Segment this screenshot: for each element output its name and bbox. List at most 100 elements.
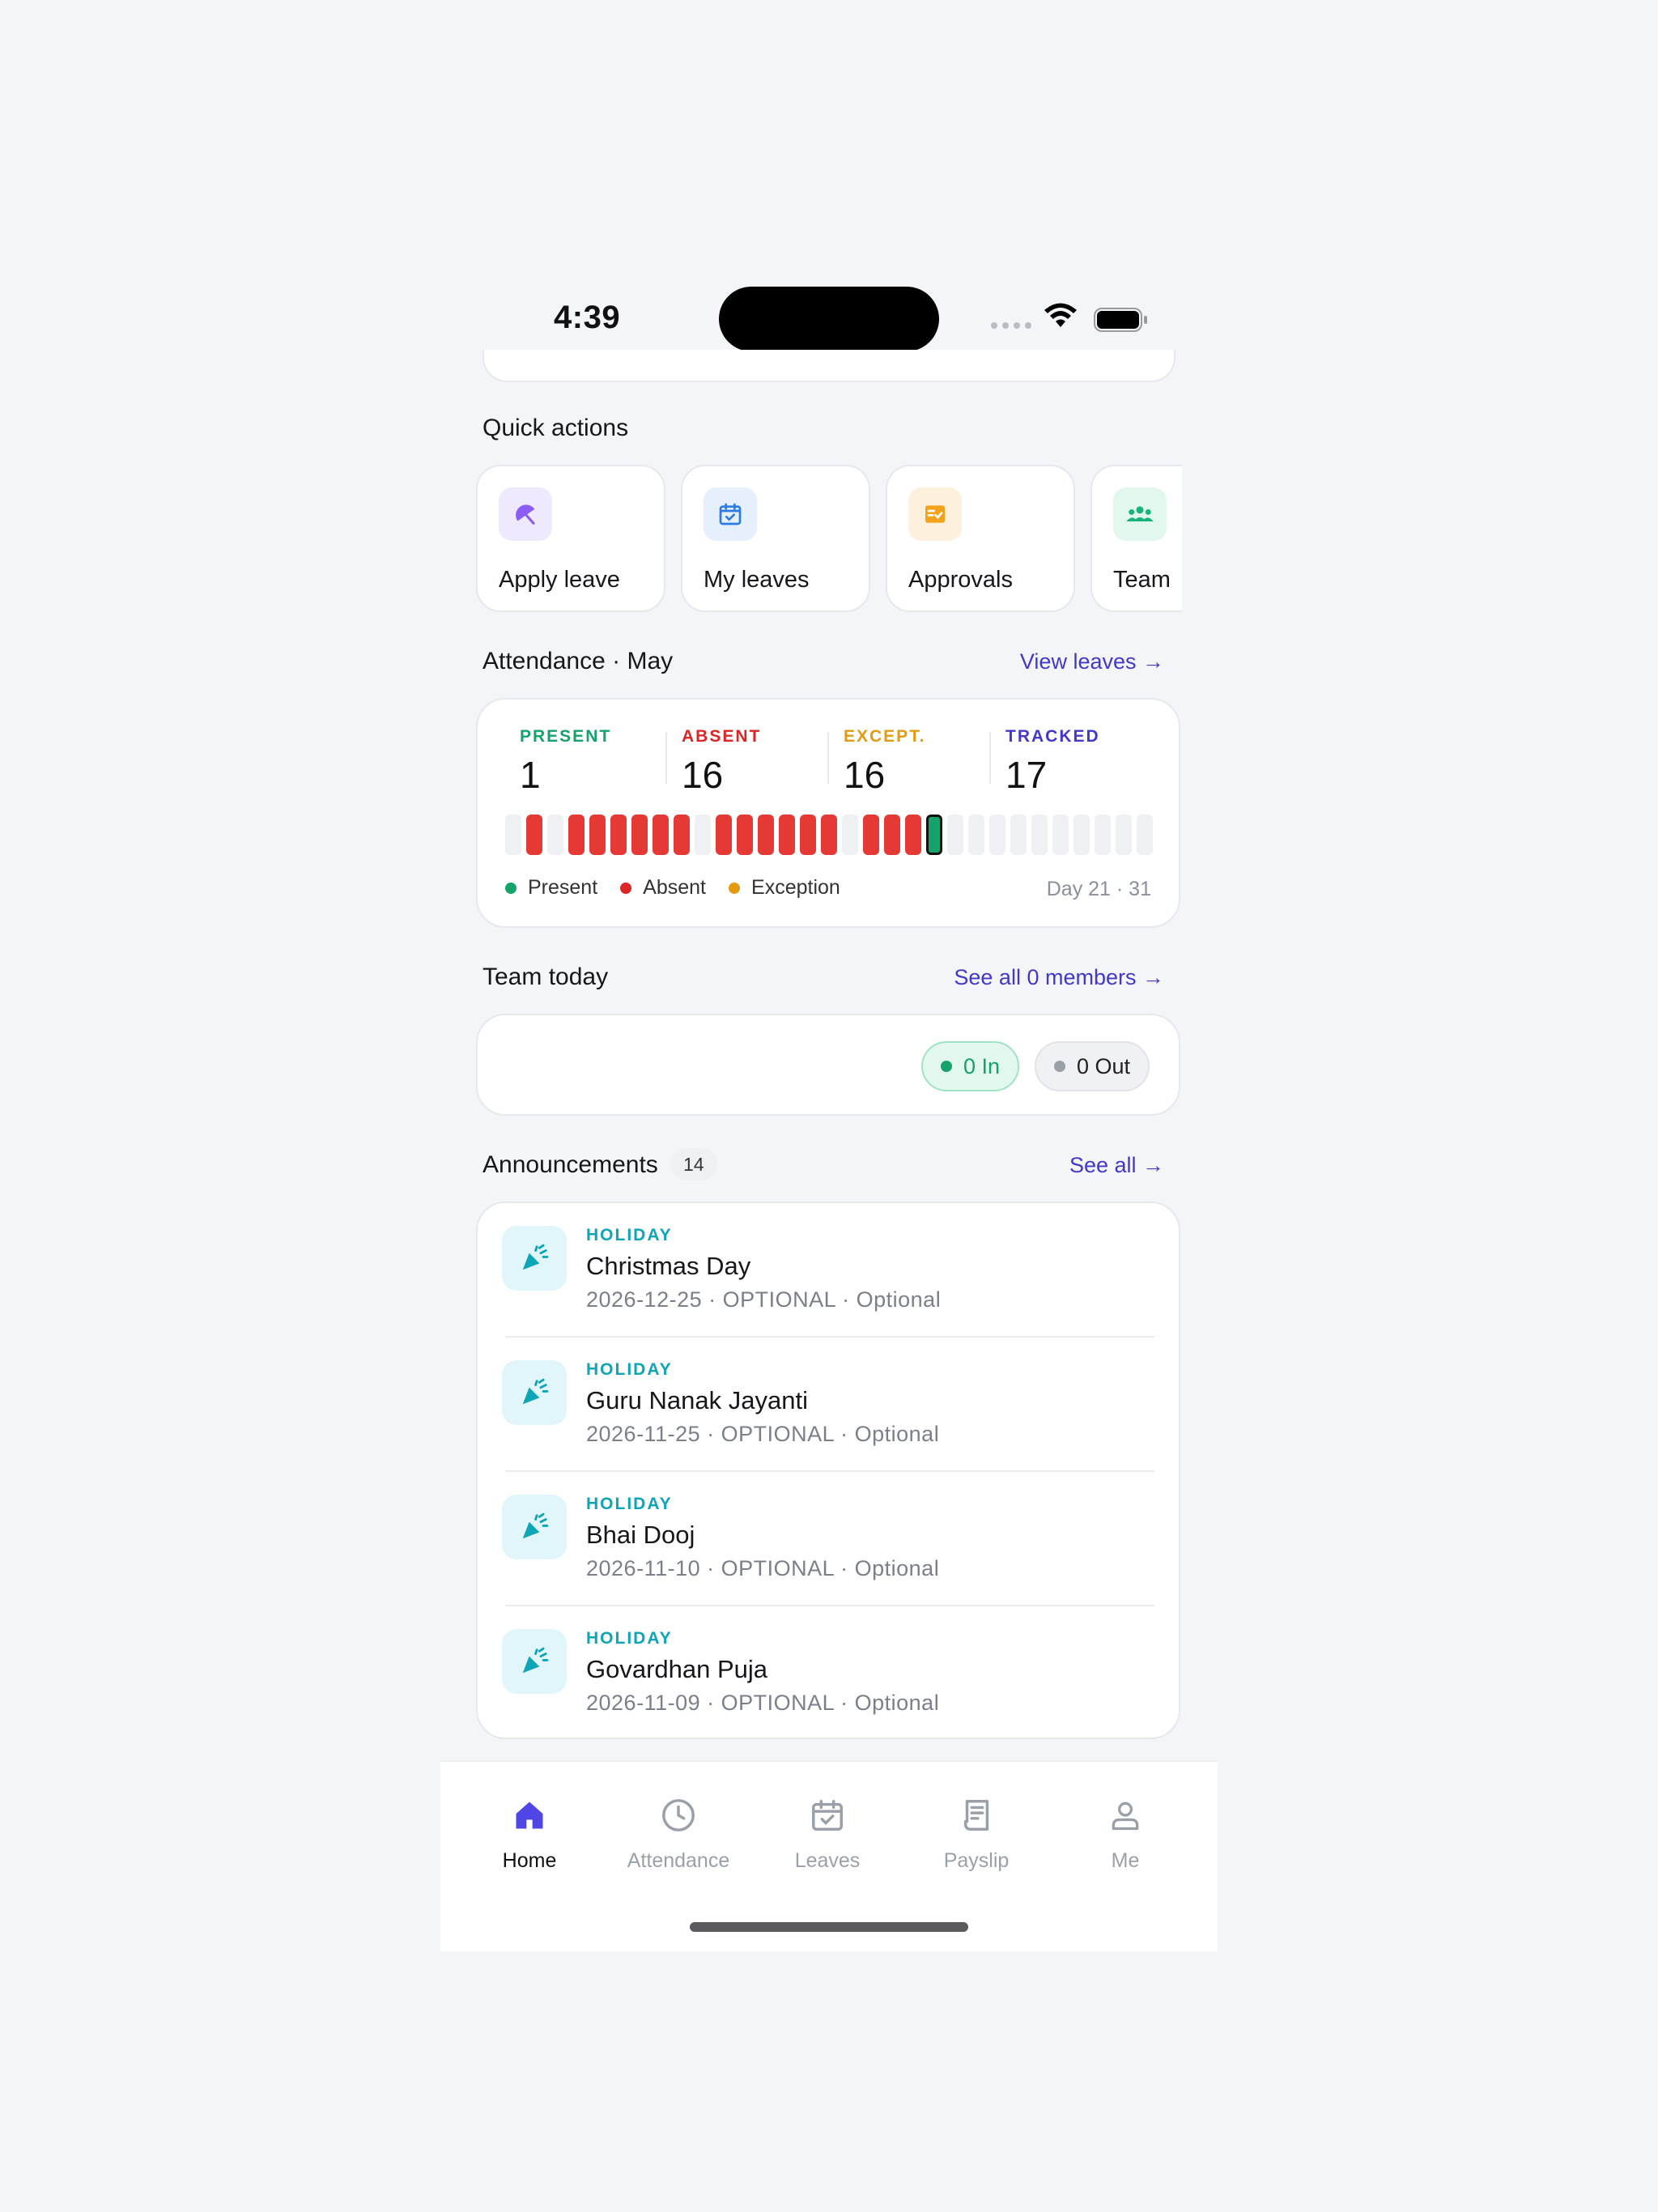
day-info: Day 21 · 31 [1046, 878, 1151, 900]
attendance-day-absent [631, 815, 648, 855]
quick-action-apply-leave[interactable]: Apply leave [476, 465, 665, 612]
announcement-category: HOLIDAY [586, 1495, 673, 1513]
calendar-check-icon [704, 487, 757, 541]
attendance-day-absent [737, 815, 753, 855]
attendance-title: Attendance · May [483, 648, 674, 674]
quick-action-label: My leaves [704, 567, 810, 593]
attendance-day-absent [568, 815, 585, 855]
announcement-category: HOLIDAY [586, 1360, 673, 1379]
attendance-day-absent [884, 815, 900, 855]
announcement-item[interactable]: HOLIDAY Christmas Day 2026-12-25 · OPTIO… [478, 1203, 1182, 1338]
attendance-card: PRESENT 1 ABSENT 16 EXCEPT. 16 TRACKED 1… [476, 698, 1180, 928]
attendance-day-absent [779, 815, 795, 855]
team-out-pill[interactable]: 0 Out [1035, 1041, 1150, 1091]
announcement-item[interactable]: HOLIDAY Guru Nanak Jayanti 2026-11-25 · … [478, 1338, 1182, 1472]
stat-divider [665, 732, 667, 784]
attendance-day-absent [674, 815, 690, 855]
legend-label: Exception [751, 876, 840, 899]
attendance-day-empty [947, 815, 963, 855]
attendance-day-absent [653, 815, 669, 855]
attendance-day-absent [610, 815, 627, 855]
tab-label: Me [1111, 1849, 1140, 1872]
stat-exception: EXCEPT. 16 [844, 727, 926, 797]
stat-value: 17 [1005, 754, 1048, 796]
announcement-subtitle: 2026-11-10 · OPTIONAL · Optional [586, 1556, 940, 1580]
stat-label: EXCEPT. [844, 727, 926, 746]
quick-actions-row[interactable]: Apply leave My leaves Approvals Team [440, 261, 1182, 633]
announcements-see-all-link[interactable]: See all → [1069, 1153, 1164, 1178]
tab-me[interactable]: Me [1051, 1793, 1200, 1873]
phone-screen: 4:39 Quick actions Apply leave My leaves [440, 261, 1218, 1951]
stat-value: 16 [682, 754, 724, 796]
tab-label: Home [502, 1849, 557, 1872]
umbrella-icon [499, 487, 552, 541]
attendance-day-empty [547, 815, 563, 855]
quick-action-label: Approvals [908, 567, 1013, 593]
attendance-day-empty [1010, 815, 1027, 855]
legend-absent: Absent [620, 876, 706, 900]
legend-present: Present [505, 876, 597, 900]
attendance-legend: Present Absent Exception [505, 876, 863, 900]
stat-value: 16 [844, 754, 886, 796]
quick-action-approvals[interactable]: Approvals [886, 465, 1075, 612]
tab-label: Leaves [794, 1849, 861, 1872]
attendance-day-absent [905, 815, 921, 855]
quick-action-label: Apply leave [499, 567, 620, 593]
stat-value: 1 [520, 754, 541, 796]
attendance-day-absent [758, 815, 774, 855]
stat-label: TRACKED [1005, 727, 1100, 746]
stat-absent: ABSENT 16 [682, 727, 761, 797]
quick-action-my-leaves[interactable]: My leaves [681, 465, 870, 612]
announcements-count-badge: 14 [670, 1148, 717, 1180]
clock-icon [604, 1793, 753, 1838]
announcement-category: HOLIDAY [586, 1226, 673, 1244]
attendance-day-empty [968, 815, 984, 855]
attendance-day-absent [800, 815, 816, 855]
attendance-day-strip [505, 815, 1156, 855]
announcement-title: Govardhan Puja [586, 1655, 768, 1683]
see-all-members-link[interactable]: See all 0 members → [954, 965, 1164, 990]
tab-attendance[interactable]: Attendance [604, 1793, 753, 1873]
attendance-day-empty [1137, 815, 1153, 855]
announcement-title: Christmas Day [586, 1252, 751, 1280]
announcement-category: HOLIDAY [586, 1629, 673, 1648]
team-in-pill[interactable]: 0 In [921, 1041, 1020, 1091]
stat-label: ABSENT [682, 727, 762, 746]
attendance-day-absent [589, 815, 606, 855]
legend-label: Absent [643, 876, 707, 899]
team-in-label: 0 In [963, 1053, 1001, 1078]
view-leaves-link[interactable]: View leaves → [1020, 649, 1164, 674]
party-popper-icon [502, 1629, 567, 1694]
attendance-day-empty [1073, 815, 1090, 855]
party-popper-icon [502, 1226, 567, 1291]
calendar-check-icon [753, 1793, 902, 1838]
home-indicator[interactable] [690, 1922, 968, 1932]
stat-divider [827, 732, 829, 784]
announcement-subtitle: 2026-11-25 · OPTIONAL · Optional [586, 1422, 940, 1446]
announcement-title: Guru Nanak Jayanti [586, 1386, 808, 1414]
group-icon [1113, 487, 1167, 541]
attendance-day-empty [842, 815, 858, 855]
tab-payslip[interactable]: Payslip [902, 1793, 1051, 1873]
announcement-subtitle: 2026-12-25 · OPTIONAL · Optional [586, 1287, 942, 1312]
announcement-item[interactable]: HOLIDAY Govardhan Puja 2026-11-09 · OPTI… [478, 1606, 1182, 1741]
attendance-day-empty [1116, 815, 1132, 855]
announcement-subtitle: 2026-11-09 · OPTIONAL · Optional [586, 1691, 940, 1715]
team-today-card: 0 In 0 Out [476, 1014, 1180, 1116]
tab-leaves[interactable]: Leaves [753, 1793, 902, 1873]
user-icon [1051, 1793, 1200, 1838]
legend-label: Present [528, 876, 598, 899]
checklist-icon [908, 487, 962, 541]
attendance-day-empty [505, 815, 521, 855]
quick-action-label: Team [1113, 567, 1171, 593]
quick-action-team[interactable]: Team [1090, 465, 1182, 612]
attendance-day-empty [989, 815, 1005, 855]
team-out-label: 0 Out [1077, 1053, 1131, 1078]
announcements-title: Announcements [483, 1151, 658, 1178]
announcement-item[interactable]: HOLIDAY Bhai Dooj 2026-11-10 · OPTIONAL … [478, 1472, 1182, 1606]
attendance-day-empty [1052, 815, 1069, 855]
home-icon [455, 1793, 604, 1838]
tab-home[interactable]: Home [455, 1793, 604, 1873]
stat-present: PRESENT 1 [520, 727, 611, 797]
attendance-day-empty [1095, 815, 1111, 855]
